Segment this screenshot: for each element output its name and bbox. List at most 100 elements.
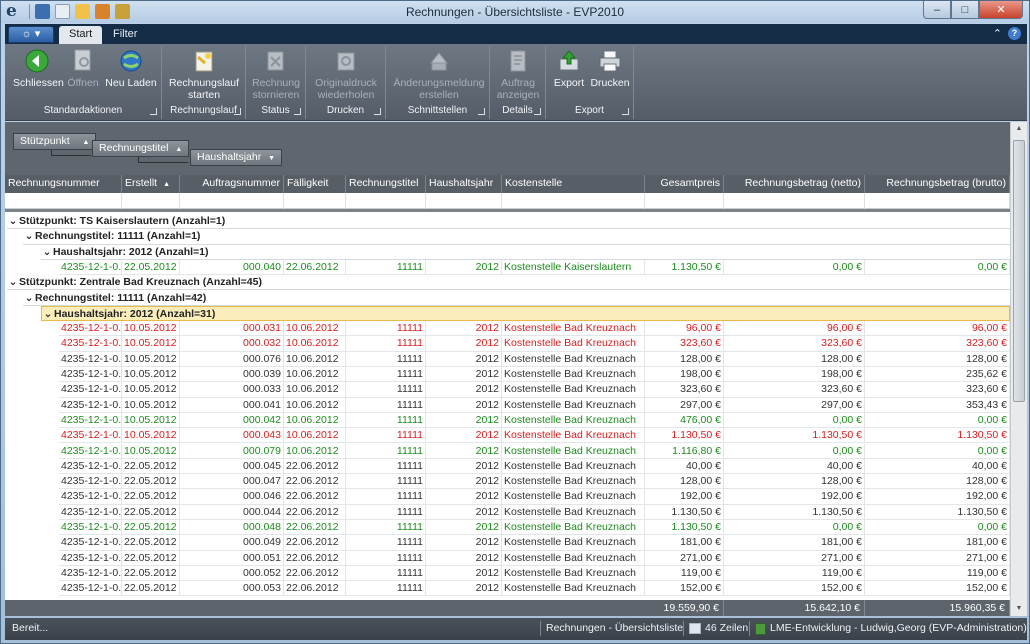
table-row[interactable]: 4235-12-1-0... 22.05.2012 000.040 22.06.201…: [5, 259, 1010, 276]
minimize-ribbon-icon[interactable]: ⌃: [993, 27, 1002, 40]
column-header-label: Rechnungsbetrag (netto): [744, 177, 861, 189]
dialog-launcher-icon[interactable]: [294, 108, 301, 115]
collapse-chevron-icon[interactable]: ⌄: [23, 229, 35, 244]
filter-cell-kostenstelle[interactable]: [502, 193, 645, 209]
table-row[interactable]: 4235-12-1-0... 22.05.2012 000.048 22.06.201…: [5, 520, 1010, 536]
cell-gesamtpreis: 323,60 €: [645, 336, 724, 352]
scroll-up-icon[interactable]: ▲: [1011, 122, 1027, 136]
table-row[interactable]: 4235-12-1-0... 10.05.2012 000.033 10.06.201…: [5, 382, 1010, 398]
rechnung-stornieren-button[interactable]: Rechnung stornieren: [250, 48, 302, 101]
aenderungsmeldung-button[interactable]: Änderungsmeldung erstellen: [392, 48, 486, 101]
collapse-chevron-icon[interactable]: ⌄: [41, 245, 53, 260]
table-row[interactable]: 4235-12-1-0... 22.05.2012 000.044 22.06.201…: [5, 504, 1010, 520]
close-button[interactable]: ✕: [979, 1, 1023, 19]
table-row[interactable]: 4235-12-1-0... 10.05.2012 000.079 10.06.201…: [5, 443, 1010, 459]
dialog-launcher-icon[interactable]: [478, 108, 485, 115]
filter-cell-netto[interactable]: [724, 193, 865, 209]
table-row[interactable]: 4235-12-1-0... 22.05.2012 000.046 22.06.201…: [5, 489, 1010, 505]
column-header-gesamtpreis[interactable]: Gesamtpreis: [645, 175, 724, 193]
group-row-level-1[interactable]: ⌄ Rechnungstitel: 11111 (Anzahl=1): [23, 229, 1010, 245]
column-header-faelligkeit[interactable]: Fälligkeit: [284, 175, 346, 193]
cell-auftragsnummer: 000.032: [180, 336, 284, 352]
dialog-launcher-icon[interactable]: [534, 108, 541, 115]
filter-cell-rechnungstitel[interactable]: [346, 193, 426, 209]
scroll-thumb[interactable]: [1013, 140, 1025, 402]
table-row[interactable]: 4235-12-1-0... 22.05.2012 000.049 22.06.201…: [5, 535, 1010, 551]
group-row-level-2[interactable]: ⌄ Haushaltsjahr: 2012 (Anzahl=31): [41, 305, 1010, 322]
dialog-launcher-icon[interactable]: [374, 108, 381, 115]
group-row-level-2[interactable]: ⌄ Haushaltsjahr: 2012 (Anzahl=1): [41, 244, 1010, 260]
neu-laden-button[interactable]: Neu Laden: [104, 48, 158, 89]
table-row[interactable]: 4235-12-1-0... 10.05.2012 000.076 10.06.201…: [5, 351, 1010, 367]
help-icon[interactable]: ?: [1008, 27, 1021, 40]
cell-kostenstelle: Kostenstelle Bad Kreuznach: [502, 504, 645, 520]
dialog-launcher-icon[interactable]: [234, 108, 241, 115]
cell-auftragsnummer: 000.049: [180, 535, 284, 551]
cell-kostenstelle: Kostenstelle Bad Kreuznach: [502, 382, 645, 398]
table-row[interactable]: 4235-12-1-0... 10.05.2012 000.032 10.06.201…: [5, 336, 1010, 352]
group-row-level-1[interactable]: ⌄ Rechnungstitel: 11111 (Anzahl=42): [23, 290, 1010, 306]
table-row[interactable]: 4235-12-1-0... 10.05.2012 000.041 10.06.201…: [5, 397, 1010, 413]
vertical-scrollbar[interactable]: ▲ ▼: [1010, 122, 1027, 616]
originaldruck-button[interactable]: Originaldruck wiederholen: [310, 48, 382, 101]
groupby-chip-stuetzpunkt[interactable]: Stützpunkt ▲: [13, 133, 97, 150]
minimize-button[interactable]: –: [923, 1, 951, 19]
dialog-launcher-icon[interactable]: [150, 108, 157, 115]
schliessen-button[interactable]: Schliessen: [13, 48, 64, 89]
cell-netto: 1.130,50 €: [724, 428, 865, 444]
table-row[interactable]: 4235-12-1-0... 22.05.2012 000.051 22.06.201…: [5, 550, 1010, 566]
filter-cell-haushaltsjahr[interactable]: [426, 193, 502, 209]
cell-rechnungstitel: 11111: [346, 489, 426, 505]
cell-rechnungstitel: 11111: [346, 474, 426, 490]
cell-rechnungsnummer: 4235-12-1-0...: [59, 367, 122, 383]
table-row[interactable]: 4235-12-1-0... 10.05.2012 000.039 10.06.201…: [5, 367, 1010, 383]
ribbon-right-controls: ⌃ ?: [993, 27, 1021, 40]
export-button[interactable]: Export: [550, 48, 588, 89]
tab-start[interactable]: Start: [59, 26, 103, 44]
schliessen-label: Schliessen: [13, 77, 64, 89]
column-header-kostenstelle[interactable]: Kostenstelle: [502, 175, 645, 193]
drucken-button[interactable]: Drucken: [590, 48, 630, 89]
rechnungslauf-starten-button[interactable]: Rechnungslauf starten: [168, 48, 240, 101]
collapse-chevron-icon[interactable]: ⌄: [7, 275, 19, 290]
filter-cell-faelligkeit[interactable]: [284, 193, 346, 209]
collapse-chevron-icon[interactable]: ⌄: [23, 291, 35, 306]
scroll-down-icon[interactable]: ▼: [1011, 602, 1027, 616]
oeffnen-button[interactable]: Öffnen: [65, 48, 101, 89]
filter-cell-rechnungsnummer[interactable]: [5, 193, 122, 209]
filter-cell-auftragsnummer[interactable]: [180, 193, 284, 209]
collapse-chevron-icon[interactable]: ⌄: [42, 307, 54, 322]
auftrag-anzeigen-button[interactable]: Auftrag anzeigen: [494, 48, 542, 101]
column-header-brutto[interactable]: Rechnungsbetrag (brutto): [865, 175, 1010, 193]
dialog-launcher-icon[interactable]: [622, 108, 629, 115]
table-row[interactable]: 4235-12-1-0... 22.05.2012 000.047 22.06.201…: [5, 474, 1010, 490]
group-row-level-0[interactable]: ⌄ Stützpunkt: Zentrale Bad Kreuznach (Anz…: [7, 275, 1010, 291]
groupby-chip-rechnungstitel[interactable]: Rechnungstitel ▲: [92, 140, 190, 157]
tab-filter[interactable]: Filter: [103, 26, 147, 44]
column-header-haushaltsjahr[interactable]: Haushaltsjahr▼: [426, 175, 502, 193]
cell-netto: 96,00 €: [724, 321, 865, 337]
filter-cell-erstellt[interactable]: [122, 193, 180, 209]
status-view: Rechnungen - Übersichtsliste: [546, 622, 684, 634]
groupby-chip-haushaltsjahr[interactable]: Haushaltsjahr ▼: [190, 149, 283, 166]
table-row[interactable]: 4235-12-1-0... 22.05.2012 000.052 22.06.201…: [5, 565, 1010, 582]
column-header-auftragsnummer[interactable]: Auftragsnummer: [180, 175, 284, 193]
column-header-netto[interactable]: Rechnungsbetrag (netto): [724, 175, 865, 193]
chip-label: Stützpunkt: [20, 135, 70, 147]
table-row[interactable]: 4235-12-1-0... 10.05.2012 000.042 10.06.201…: [5, 412, 1010, 429]
group-row-level-0[interactable]: ⌄ Stützpunkt: TS Kaiserslautern (Anzahl=1…: [7, 214, 1010, 230]
cell-rechnungstitel: 11111: [346, 535, 426, 551]
table-row[interactable]: 4235-12-1-0... 10.05.2012 000.043 10.06.201…: [5, 428, 1010, 444]
filter-cell-brutto[interactable]: [865, 193, 1010, 209]
column-header-rechnungsnummer[interactable]: Rechnungsnummer: [5, 175, 122, 193]
table-row[interactable]: 4235-12-1-0... 22.05.2012 000.045 22.06.201…: [5, 458, 1010, 475]
table-row[interactable]: 4235-12-1-0... 10.05.2012 000.031 10.06.201…: [5, 321, 1010, 337]
collapse-chevron-icon[interactable]: ⌄: [7, 214, 19, 229]
application-menu-button[interactable]: ☼ ▾: [8, 26, 54, 43]
export-label: Export: [553, 77, 585, 89]
filter-cell-gesamtpreis[interactable]: [645, 193, 724, 209]
table-row[interactable]: 4235-12-1-0... 22.05.2012 000.053 22.06.201…: [5, 581, 1010, 597]
column-header-rechnungstitel[interactable]: Rechnungstitel▲: [346, 175, 426, 193]
column-header-erstellt[interactable]: Erstellt ▲: [122, 175, 180, 193]
maximize-button[interactable]: □: [951, 1, 979, 19]
